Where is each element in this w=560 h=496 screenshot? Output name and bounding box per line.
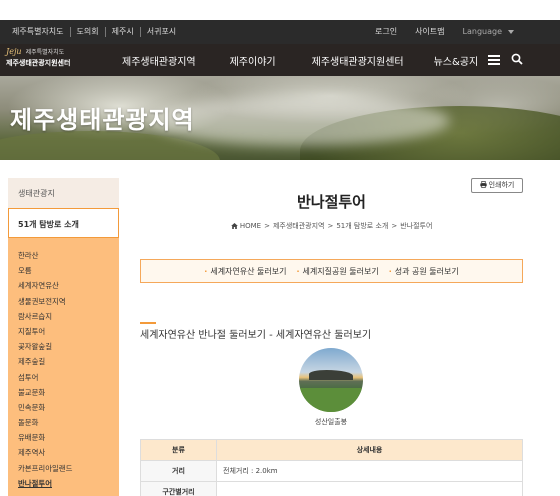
table-key: 거리 — [140, 460, 217, 482]
photo-caption: 성산일출봉 — [314, 418, 348, 426]
table-row: 거리 전체거리 : 2.0km — [140, 460, 523, 482]
table-header: 분류 — [140, 439, 217, 461]
seongsan-photo — [299, 348, 363, 412]
breadcrumb-trails[interactable]: 51개 탐방로 소개 — [336, 222, 388, 230]
sidebar-list: 한라산 오름 세계자연유산 생물권보전지역 람사르습지 지질투어 곶자왈숲길 제주숲길 섬투어 불… — [8, 238, 119, 491]
sidebar-item[interactable]: 제주숲길 — [18, 354, 119, 369]
nav-ecotourism-area[interactable]: 제주생태관광지역 — [122, 53, 196, 68]
logo-line2: 제주생태관광지원센터 — [6, 59, 71, 67]
tab-label: 세계자연유산 둘러보기 — [210, 266, 287, 276]
sidebar-item[interactable]: 카본프리아일랜드 — [18, 461, 119, 476]
logo-line1: 제주특별자치도 — [25, 49, 65, 56]
tab-castle-park[interactable]: · 성과 공원 둘러보기 — [389, 266, 459, 277]
sidebar-item[interactable]: 람사르습지 — [18, 309, 119, 324]
sidebar-item[interactable]: 곶자왈숲길 — [18, 339, 119, 354]
table-value — [216, 481, 523, 496]
table-row: 구간별거리 — [140, 481, 523, 496]
sidebar-item[interactable]: 세계자연유산 — [18, 278, 119, 293]
sidebar-item[interactable]: 섬투어 — [18, 370, 119, 385]
link-council[interactable]: 도의회 — [71, 27, 106, 37]
link-seogwipo-city[interactable]: 서귀포시 — [141, 27, 182, 37]
logo-brand: Jeju — [6, 47, 22, 56]
sidebar-item[interactable]: 반나절투어 — [18, 476, 119, 491]
sidebar-item[interactable]: 불교문화 — [18, 385, 119, 400]
login-link[interactable]: 로그인 — [375, 27, 397, 37]
hero-title: 제주생태관광지역 — [10, 106, 195, 134]
nav-support-center[interactable]: 제주생태관광지원센터 — [312, 53, 404, 68]
table-value: 전체거리 : 2.0km — [216, 460, 523, 482]
sidebar-item[interactable]: 생물권보전지역 — [18, 294, 119, 309]
tab-label: 세계지질공원 둘러보기 — [302, 266, 379, 276]
page-title: 반나절투어 — [296, 193, 366, 211]
sidebar-heading: 생태관광지 — [8, 178, 119, 208]
sidebar-item[interactable]: 민속문화 — [18, 400, 119, 415]
sidebar-item[interactable]: 오름 — [18, 263, 119, 278]
main-nav: Jeju 제주특별자치도 제주생태관광지원센터 제주생태관광지역 제주이야기 제주… — [0, 44, 560, 76]
print-label: 인쇄하기 — [488, 181, 515, 189]
table-key: 구간별거리 — [140, 481, 217, 496]
language-label: Language — [462, 27, 502, 36]
utility-bar: 제주특별자치도 도의회 제주시 서귀포시 로그인 사이트맵 Language — [0, 20, 560, 44]
sitemap-link[interactable]: 사이트맵 — [415, 27, 444, 37]
sidebar-item[interactable]: 한라산 — [18, 248, 119, 263]
section-title: 세계자연유산 반나절 둘러보기 - 세계자연유산 둘러보기 — [140, 330, 372, 341]
sidebar-item[interactable]: 지질투어 — [18, 324, 119, 339]
site-logo[interactable]: Jeju 제주특별자치도 제주생태관광지원센터 — [6, 47, 88, 73]
course-tabs: · 세계자연유산 둘러보기 · 세계지질공원 둘러보기 · 성과 공원 둘러보기 — [140, 259, 523, 283]
chevron-down-icon — [508, 29, 514, 34]
sidebar-item[interactable]: 유배문화 — [18, 430, 119, 445]
sidebar-item[interactable]: 제주역사 — [18, 445, 119, 460]
breadcrumb-current: 반나절투어 — [400, 222, 433, 230]
link-jeju-city[interactable]: 제주시 — [106, 27, 141, 37]
search-icon[interactable] — [511, 53, 523, 65]
hero-banner: 제주생태관광지역 — [0, 76, 560, 160]
nav-news[interactable]: 뉴스&공지 — [434, 53, 479, 68]
tab-world-heritage[interactable]: · 세계자연유산 둘러보기 — [204, 266, 286, 277]
breadcrumb-area[interactable]: 제주생태관광지역 — [273, 222, 325, 230]
table-header: 상세내용 — [216, 439, 523, 461]
printer-icon — [479, 181, 487, 188]
sidebar-item[interactable]: 돌문화 — [18, 415, 119, 430]
language-select[interactable]: Language — [463, 27, 514, 37]
breadcrumb: HOME > 제주생태관광지역 >51개 탐방로 소개 > 반나절투어 — [140, 221, 523, 231]
table-header-row: 분류 상세내용 — [140, 439, 523, 461]
menu-icon[interactable] — [488, 55, 500, 65]
tab-geopark[interactable]: · 세계지질공원 둘러보기 — [296, 266, 378, 277]
related-sites: 제주특별자치도 도의회 제주시 서귀포시 — [6, 27, 182, 37]
nav-jeju-story[interactable]: 제주이야기 — [230, 53, 276, 68]
link-jeju-province[interactable]: 제주특별자치도 — [6, 27, 71, 37]
home-icon — [230, 223, 238, 229]
detail-table: 분류 상세내용 거리 전체거리 : 2.0km 구간별거리 — [140, 439, 523, 496]
section-accent-bar — [140, 322, 156, 324]
sidebar-active-menu[interactable]: 51개 탐방로 소개 — [8, 208, 119, 238]
sidebar: 생태관광지 51개 탐방로 소개 한라산 오름 세계자연유산 생물권보전지역 람사르습지… — [8, 178, 119, 496]
tab-label: 성과 공원 둘러보기 — [394, 266, 459, 276]
breadcrumb-home[interactable]: HOME — [240, 222, 261, 230]
